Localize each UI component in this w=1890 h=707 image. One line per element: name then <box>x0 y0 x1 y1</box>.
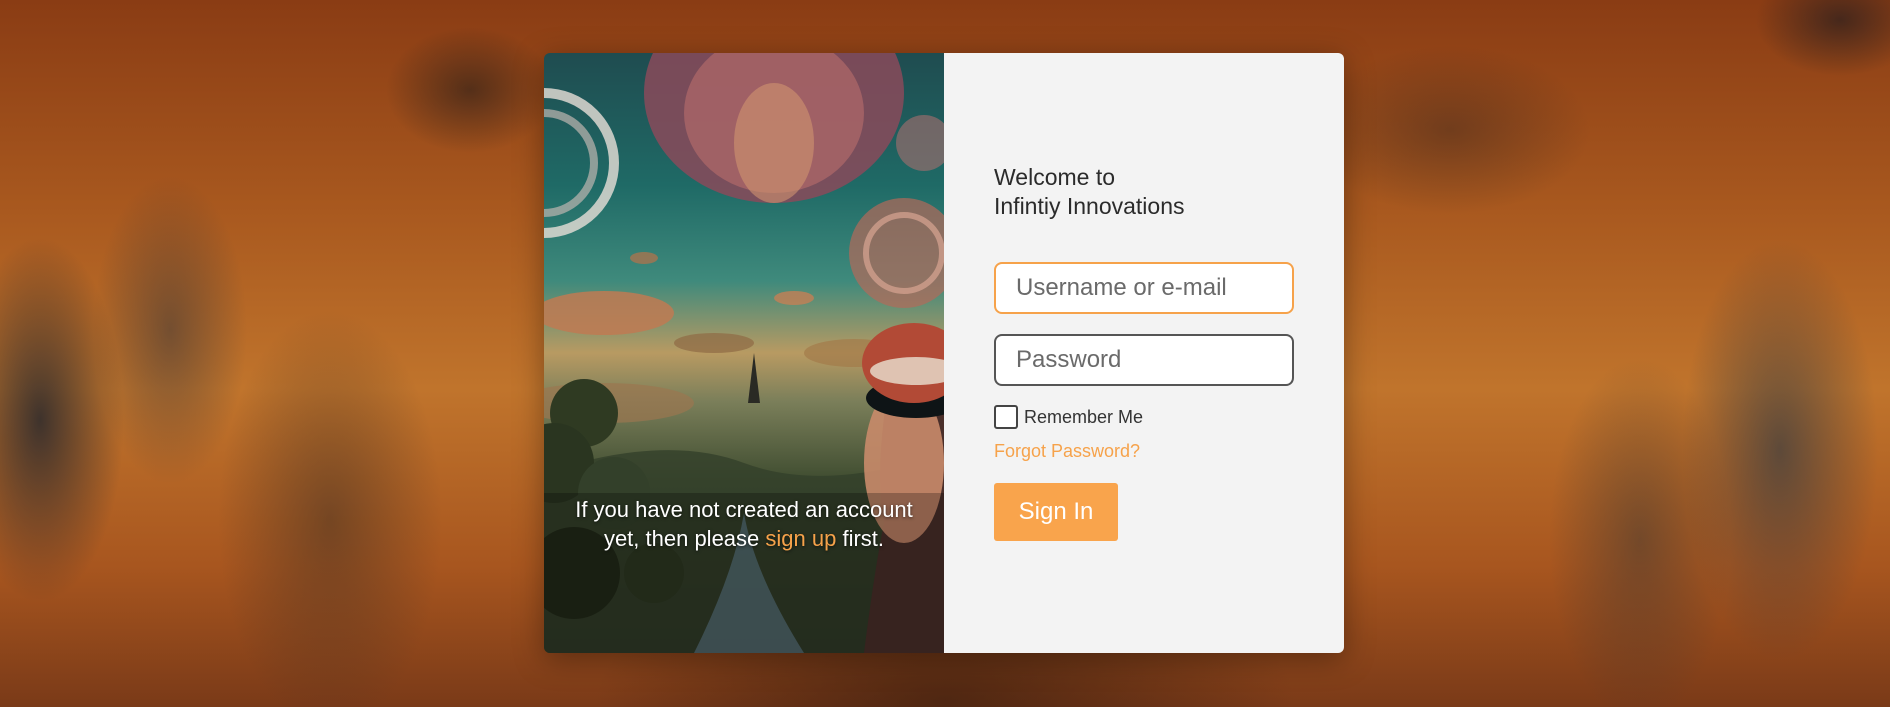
remember-me[interactable]: Remember Me <box>994 405 1143 429</box>
signup-prompt: If you have not created an account yet, … <box>564 495 924 553</box>
welcome-line-2: Infintiy Innovations <box>994 193 1185 219</box>
welcome-line-1: Welcome to <box>994 164 1116 190</box>
remember-me-checkbox[interactable] <box>994 405 1018 429</box>
fantasy-landscape-image: If you have not created an account yet, … <box>544 53 944 653</box>
username-input[interactable] <box>994 262 1294 314</box>
welcome-heading: Welcome to Infintiy Innovations <box>994 163 1185 221</box>
login-panel: Welcome to Infintiy Innovations Remember… <box>944 53 1344 653</box>
signup-prompt-suffix: first. <box>842 526 885 551</box>
password-input[interactable] <box>994 334 1294 386</box>
landscape-illustration <box>544 53 944 653</box>
sign-in-button[interactable]: Sign In <box>994 483 1118 541</box>
remember-me-label: Remember Me <box>1024 406 1144 427</box>
login-card: If you have not created an account yet, … <box>544 53 1344 653</box>
sign-up-link[interactable]: sign up <box>765 526 836 551</box>
forgot-password-link[interactable]: Forgot Password? <box>994 441 1140 462</box>
